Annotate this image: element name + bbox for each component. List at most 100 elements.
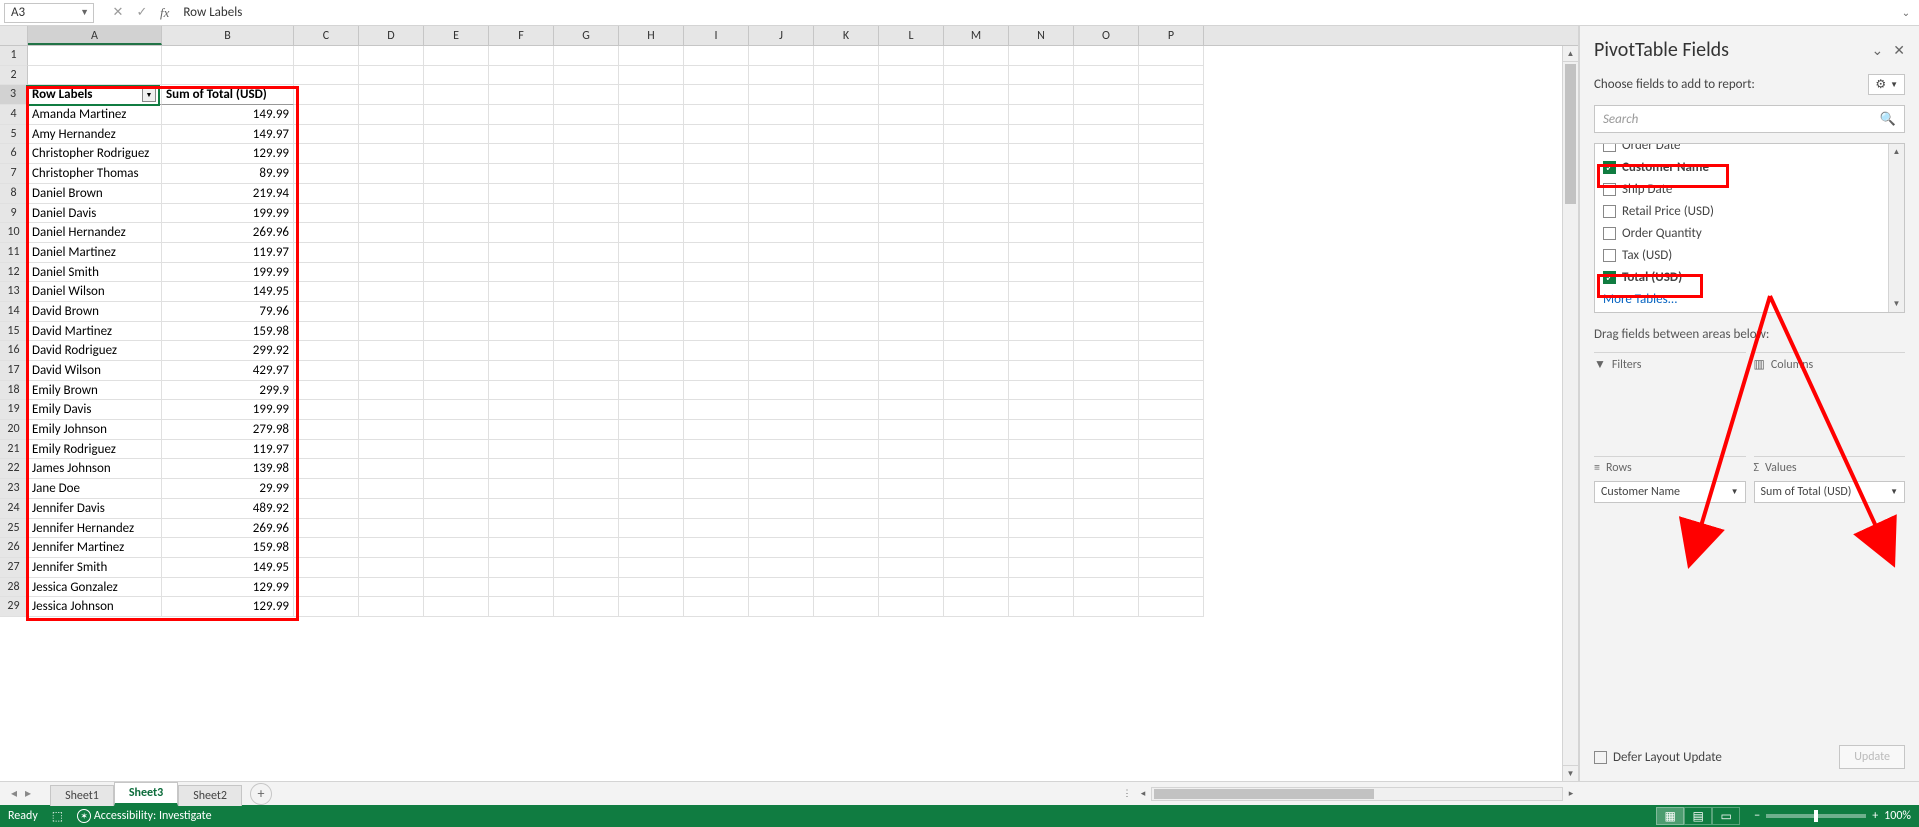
column-header-F[interactable]: F	[489, 26, 554, 45]
cell-P18[interactable]	[1139, 381, 1204, 401]
chevron-down-icon[interactable]: ▼	[1890, 487, 1898, 497]
cell-P19[interactable]	[1139, 400, 1204, 420]
cell-C22[interactable]	[294, 459, 359, 479]
cell-F27[interactable]	[489, 558, 554, 578]
cell-J13[interactable]	[749, 282, 814, 302]
cell-C19[interactable]	[294, 400, 359, 420]
cell-E29[interactable]	[424, 597, 489, 617]
cell-I4[interactable]	[684, 105, 749, 125]
cell-G22[interactable]	[554, 459, 619, 479]
horizontal-scrollbar[interactable]	[1151, 787, 1563, 801]
cell-I16[interactable]	[684, 341, 749, 361]
cell-O15[interactable]	[1074, 322, 1139, 342]
cell-C3[interactable]	[294, 85, 359, 105]
cell-B3[interactable]: Sum of Total (USD)	[162, 85, 294, 105]
cell-K29[interactable]	[814, 597, 879, 617]
cell-C9[interactable]	[294, 204, 359, 224]
row-header-17[interactable]: 17	[0, 361, 28, 381]
cell-G5[interactable]	[554, 125, 619, 145]
cell-D5[interactable]	[359, 125, 424, 145]
cell-D29[interactable]	[359, 597, 424, 617]
cell-I22[interactable]	[684, 459, 749, 479]
cell-F21[interactable]	[489, 440, 554, 460]
cell-I18[interactable]	[684, 381, 749, 401]
cell-H21[interactable]	[619, 440, 684, 460]
cell-L21[interactable]	[879, 440, 944, 460]
sheet-tab-sheet2[interactable]: Sheet2	[178, 785, 242, 806]
cell-B14[interactable]: 79.96	[162, 302, 294, 322]
defer-layout-checkbox[interactable]: Defer Layout Update	[1594, 750, 1722, 765]
cell-C2[interactable]	[294, 66, 359, 86]
cell-D19[interactable]	[359, 400, 424, 420]
cell-P13[interactable]	[1139, 282, 1204, 302]
cell-G14[interactable]	[554, 302, 619, 322]
expand-formula-bar-icon[interactable]: ⌄	[1897, 6, 1915, 19]
row-header-9[interactable]: 9	[0, 204, 28, 224]
field-checkbox[interactable]	[1603, 205, 1616, 218]
cell-I5[interactable]	[684, 125, 749, 145]
cell-G27[interactable]	[554, 558, 619, 578]
cell-L9[interactable]	[879, 204, 944, 224]
cell-H3[interactable]	[619, 85, 684, 105]
cell-P15[interactable]	[1139, 322, 1204, 342]
cell-N15[interactable]	[1009, 322, 1074, 342]
cell-O13[interactable]	[1074, 282, 1139, 302]
sheet-nav-arrows[interactable]: ◂▸	[0, 786, 42, 801]
cell-J20[interactable]	[749, 420, 814, 440]
cell-H9[interactable]	[619, 204, 684, 224]
cell-O5[interactable]	[1074, 125, 1139, 145]
cell-J22[interactable]	[749, 459, 814, 479]
cell-A12[interactable]: Daniel Smith	[28, 263, 162, 283]
cell-D28[interactable]	[359, 578, 424, 598]
cell-D2[interactable]	[359, 66, 424, 86]
cell-P12[interactable]	[1139, 263, 1204, 283]
zoom-slider[interactable]	[1766, 814, 1866, 818]
cell-I28[interactable]	[684, 578, 749, 598]
cell-J8[interactable]	[749, 184, 814, 204]
cell-F11[interactable]	[489, 243, 554, 263]
cell-N5[interactable]	[1009, 125, 1074, 145]
cell-E2[interactable]	[424, 66, 489, 86]
cell-H18[interactable]	[619, 381, 684, 401]
cell-P2[interactable]	[1139, 66, 1204, 86]
cell-J29[interactable]	[749, 597, 814, 617]
cell-E20[interactable]	[424, 420, 489, 440]
cell-A6[interactable]: Christopher Rodriguez	[28, 144, 162, 164]
cell-M3[interactable]	[944, 85, 1009, 105]
cell-I26[interactable]	[684, 538, 749, 558]
cell-G7[interactable]	[554, 164, 619, 184]
cell-O27[interactable]	[1074, 558, 1139, 578]
cell-P16[interactable]	[1139, 341, 1204, 361]
cell-F22[interactable]	[489, 459, 554, 479]
cell-H20[interactable]	[619, 420, 684, 440]
cell-O2[interactable]	[1074, 66, 1139, 86]
cell-M14[interactable]	[944, 302, 1009, 322]
update-button[interactable]: Update	[1839, 745, 1905, 769]
cell-E22[interactable]	[424, 459, 489, 479]
cell-F9[interactable]	[489, 204, 554, 224]
cell-L19[interactable]	[879, 400, 944, 420]
cell-P6[interactable]	[1139, 144, 1204, 164]
cell-N6[interactable]	[1009, 144, 1074, 164]
rows-area[interactable]: ≡Rows Customer Name▼	[1594, 456, 1746, 552]
field-item-order-date[interactable]: Order Date	[1595, 143, 1904, 156]
cell-M28[interactable]	[944, 578, 1009, 598]
accessibility-status[interactable]: ✶ Accessibility: Investigate	[77, 809, 211, 824]
cell-F29[interactable]	[489, 597, 554, 617]
cell-G29[interactable]	[554, 597, 619, 617]
zoom-in-icon[interactable]: +	[1872, 809, 1878, 823]
row-header-29[interactable]: 29	[0, 597, 28, 617]
row-header-13[interactable]: 13	[0, 282, 28, 302]
cell-M12[interactable]	[944, 263, 1009, 283]
cell-L6[interactable]	[879, 144, 944, 164]
cell-O22[interactable]	[1074, 459, 1139, 479]
cell-K8[interactable]	[814, 184, 879, 204]
cell-L24[interactable]	[879, 499, 944, 519]
cell-I15[interactable]	[684, 322, 749, 342]
cell-D26[interactable]	[359, 538, 424, 558]
cell-M15[interactable]	[944, 322, 1009, 342]
cell-C23[interactable]	[294, 479, 359, 499]
row-header-18[interactable]: 18	[0, 381, 28, 401]
row-header-24[interactable]: 24	[0, 499, 28, 519]
spreadsheet-grid[interactable]: ABCDEFGHIJKLMNOP 123Row Labels▼Sum of To…	[0, 26, 1579, 781]
